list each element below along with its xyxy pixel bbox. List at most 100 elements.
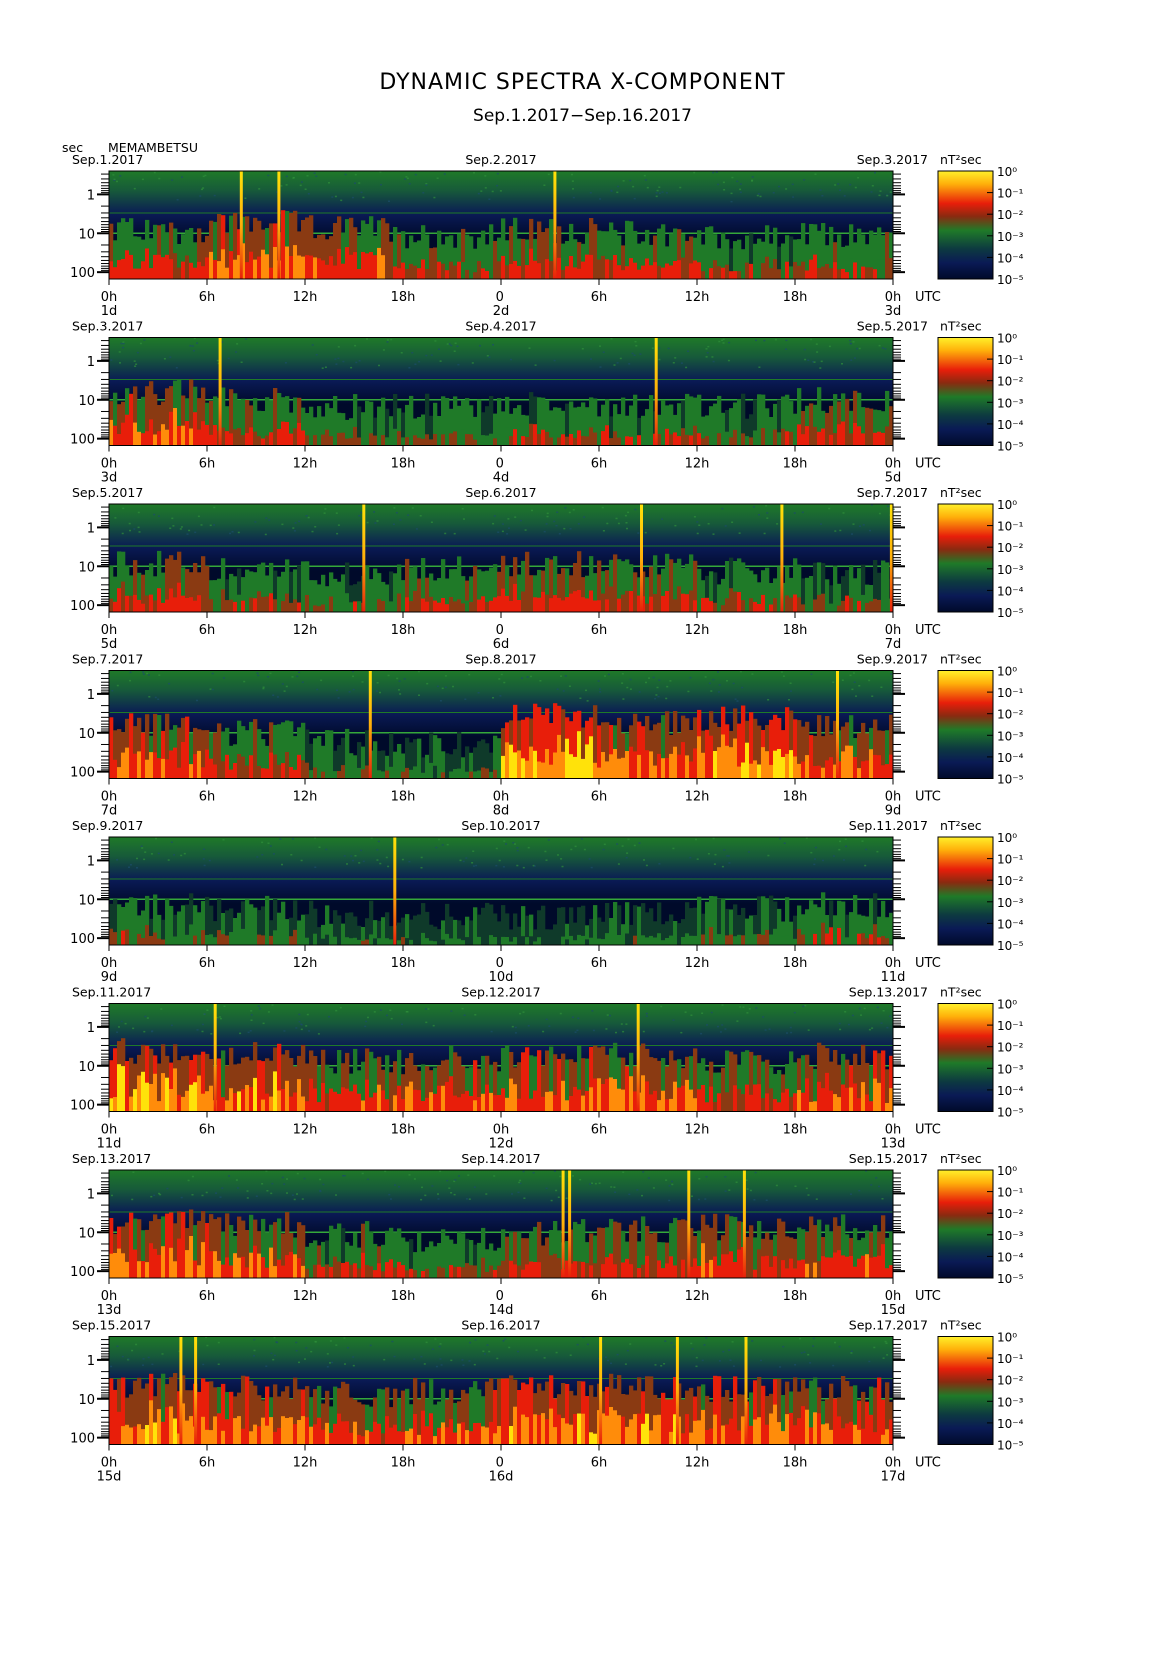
activity-column-hot: [697, 597, 702, 612]
activity-column-hot: [297, 1420, 302, 1445]
spectrum-noise: [626, 1349, 629, 1352]
spectrum-noise: [270, 1192, 273, 1195]
activity-column-hot: [561, 1080, 566, 1112]
activity-column-hot: [837, 1250, 842, 1278]
spectrum-noise: [256, 856, 259, 858]
activity-column-hot: [417, 268, 422, 279]
spectrum-noise: [314, 866, 317, 868]
spectrum-noise: [713, 863, 716, 865]
activity-column-hot: [117, 434, 122, 446]
activity-column-hot: [505, 595, 510, 612]
activity-column-hot: [837, 424, 842, 446]
activity-column-hot: [829, 757, 834, 779]
spectrum-noise: [135, 1343, 138, 1346]
spectrum-noise: [651, 347, 654, 349]
activity-column-hot: [265, 1267, 270, 1278]
y-tick-label: 100: [70, 266, 95, 281]
activity-column-hot: [109, 419, 114, 446]
spectrum-noise: [813, 863, 816, 866]
spectrum-noise: [408, 367, 411, 369]
activity-column-hot: [673, 599, 678, 612]
activity-column-hot: [177, 582, 182, 612]
spectrum-noise: [323, 512, 326, 514]
spectrum-noise: [387, 674, 390, 677]
activity-column-hot: [557, 597, 562, 612]
activity-column-hot: [605, 259, 610, 279]
spectrum-noise: [838, 1345, 841, 1348]
activity-column-hot: [449, 1265, 454, 1278]
spectrum-noise: [462, 1364, 465, 1366]
activity-column-hot: [461, 603, 466, 612]
activity-column-hot: [825, 933, 830, 945]
spectrum-noise: [444, 686, 447, 688]
spectrum-noise: [736, 1020, 739, 1022]
spectrum-noise: [655, 195, 658, 198]
activity-column-hot: [613, 1264, 618, 1278]
spectrum-noise: [763, 532, 766, 535]
spectrum-noise: [706, 352, 709, 354]
activity-column-hot: [869, 749, 874, 779]
activity-column-hot: [345, 1088, 350, 1112]
activity-column-hot: [733, 1262, 738, 1278]
y-tick-label: 1: [87, 521, 95, 536]
activity-column-hot: [261, 768, 266, 779]
activity-column-hot: [757, 426, 762, 446]
activity-column-hot: [681, 428, 686, 446]
activity-column-hot: [197, 595, 202, 612]
spectrum-noise: [565, 1197, 568, 1199]
activity-column-hot: [781, 1092, 786, 1112]
activity-column-hot: [693, 600, 698, 612]
spectrum-noise: [364, 1025, 367, 1028]
spectrum-noise: [684, 1011, 687, 1013]
x-tick-label: 6h: [199, 1289, 216, 1304]
spectrum-noise: [723, 849, 726, 851]
spectrum-noise: [326, 1366, 329, 1368]
activity-column-hot: [469, 1431, 474, 1445]
x-tick-label: 0h: [885, 457, 902, 472]
spectrum-noise: [329, 1362, 331, 1364]
activity-column-hot: [457, 938, 462, 945]
x-tick-label: 0h: [885, 956, 902, 971]
spectrum-noise: [493, 1175, 496, 1177]
activity-column-hot: [453, 1095, 458, 1112]
spectrum-noise: [613, 1186, 616, 1188]
activity-column-hot: [549, 1091, 554, 1112]
activity-column-hot: [709, 735, 714, 779]
activity-column-hot: [453, 769, 458, 779]
spectrum-noise: [377, 840, 380, 843]
spectrum-noise: [307, 193, 310, 195]
activity-column-hot: [481, 1093, 486, 1112]
activity-column-hot: [717, 1422, 722, 1445]
spectrum-noise: [850, 342, 852, 345]
activity-column-hot: [229, 932, 234, 945]
spectrum-noise: [499, 190, 502, 192]
activity-column-hot: [553, 1427, 558, 1445]
activity-column-hot: [497, 1265, 502, 1278]
activity-column-hot: [333, 1091, 338, 1112]
spectrum-noise: [218, 1016, 221, 1018]
activity-column-hot: [817, 932, 822, 945]
activity-column-hot: [157, 938, 162, 945]
activity-column-hot: [209, 1085, 214, 1112]
x-tick-label: 12h: [293, 1123, 318, 1138]
colorbar-tick-label: 10⁻⁴: [997, 1250, 1024, 1264]
spectrum-noise: [516, 847, 519, 849]
spectrum-noise: [206, 1344, 209, 1347]
spectrum-noise: [647, 1177, 650, 1179]
activity-column-hot: [861, 1428, 866, 1445]
activity-column-hot: [837, 269, 842, 279]
spectrum-noise: [151, 1030, 154, 1032]
spectrum-noise: [439, 1358, 442, 1360]
activity-column-hot: [249, 934, 254, 945]
spectrum-noise: [436, 685, 439, 688]
spectrum-noise: [718, 1360, 721, 1362]
spectrum-noise: [273, 1336, 276, 1339]
spectrum-noise: [129, 864, 132, 866]
activity-column-hot: [529, 1412, 534, 1445]
activity-column-hot: [153, 1073, 158, 1112]
activity-column-hot: [117, 767, 122, 779]
spectrum-noise: [200, 524, 203, 526]
activity-column-hot: [665, 758, 670, 779]
spectrum-noise: [215, 1192, 217, 1194]
activity-column-hot: [553, 1095, 558, 1112]
